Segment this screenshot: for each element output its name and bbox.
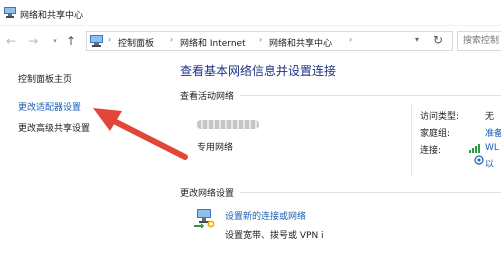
- title-bar: 网络和共享中心: [0, 0, 501, 26]
- network-center-icon: [90, 35, 103, 47]
- breadcrumb-network-sharing-center[interactable]: 网络和共享中心: [269, 36, 332, 49]
- section-divider: [240, 192, 501, 193]
- network-center-icon: [4, 7, 16, 18]
- page-title: 查看基本网络信息并设置连接: [180, 64, 337, 78]
- homegroup-link[interactable]: 准备: [485, 126, 501, 139]
- properties-divider: [411, 104, 412, 176]
- new-connection-icon: [194, 209, 215, 228]
- network-type-label: 专用网络: [197, 143, 234, 153]
- breadcrumb-separator-icon[interactable]: ›: [349, 35, 352, 44]
- active-networks-label: 查看活动网络: [180, 92, 235, 102]
- connections-label: 连接:: [420, 146, 442, 156]
- change-network-settings-label: 更改网络设置: [180, 189, 235, 199]
- chevron-down-icon[interactable]: ▾: [415, 35, 419, 44]
- sidebar-item-advanced-sharing-settings[interactable]: 更改高级共享设置: [18, 121, 90, 134]
- connection-status-icon: [474, 155, 484, 165]
- breadcrumb-separator-icon[interactable]: ›: [108, 35, 111, 44]
- address-bar[interactable]: › 控制面板 › 网络和 Internet › 网络和共享中心 › ▾ ↻: [86, 31, 453, 51]
- refresh-icon[interactable]: ↻: [433, 33, 443, 47]
- network-name-redacted: [197, 120, 259, 129]
- breadcrumb-network-internet[interactable]: 网络和 Internet: [180, 36, 246, 49]
- wifi-signal-icon: [469, 144, 480, 153]
- connection-extra-link[interactable]: 以: [485, 157, 494, 170]
- setup-new-connection-link[interactable]: 设置新的连接或网络: [225, 209, 306, 222]
- search-input[interactable]: 搜索控制: [457, 31, 501, 51]
- navigation-bar: ← → ▾ ↑ › 控制面板 › 网络和 Internet › 网络和共享中心 …: [0, 28, 501, 56]
- sidebar-item-change-adapter-settings[interactable]: 更改适配器设置: [18, 100, 81, 113]
- back-arrow-icon[interactable]: ←: [4, 33, 18, 49]
- breadcrumb-separator-icon[interactable]: ›: [170, 35, 173, 44]
- access-type-label: 访问类型:: [420, 112, 460, 122]
- sidebar-item-control-panel-home[interactable]: 控制面板主页: [18, 72, 72, 85]
- breadcrumb-separator-icon[interactable]: ›: [259, 35, 262, 44]
- up-arrow-icon[interactable]: ↑: [64, 33, 78, 49]
- access-type-value: 无: [485, 112, 495, 122]
- setup-new-connection-description: 设置宽带、拨号或 VPN i: [225, 231, 324, 241]
- homegroup-label: 家庭组:: [420, 129, 451, 139]
- window-title: 网络和共享中心: [20, 11, 84, 21]
- section-divider: [240, 95, 501, 96]
- wlan-connection-link[interactable]: WL: [485, 143, 499, 153]
- breadcrumb-control-panel[interactable]: 控制面板: [118, 36, 154, 49]
- recent-locations-chevron-icon[interactable]: ▾: [48, 33, 62, 49]
- forward-arrow-icon[interactable]: →: [26, 33, 40, 49]
